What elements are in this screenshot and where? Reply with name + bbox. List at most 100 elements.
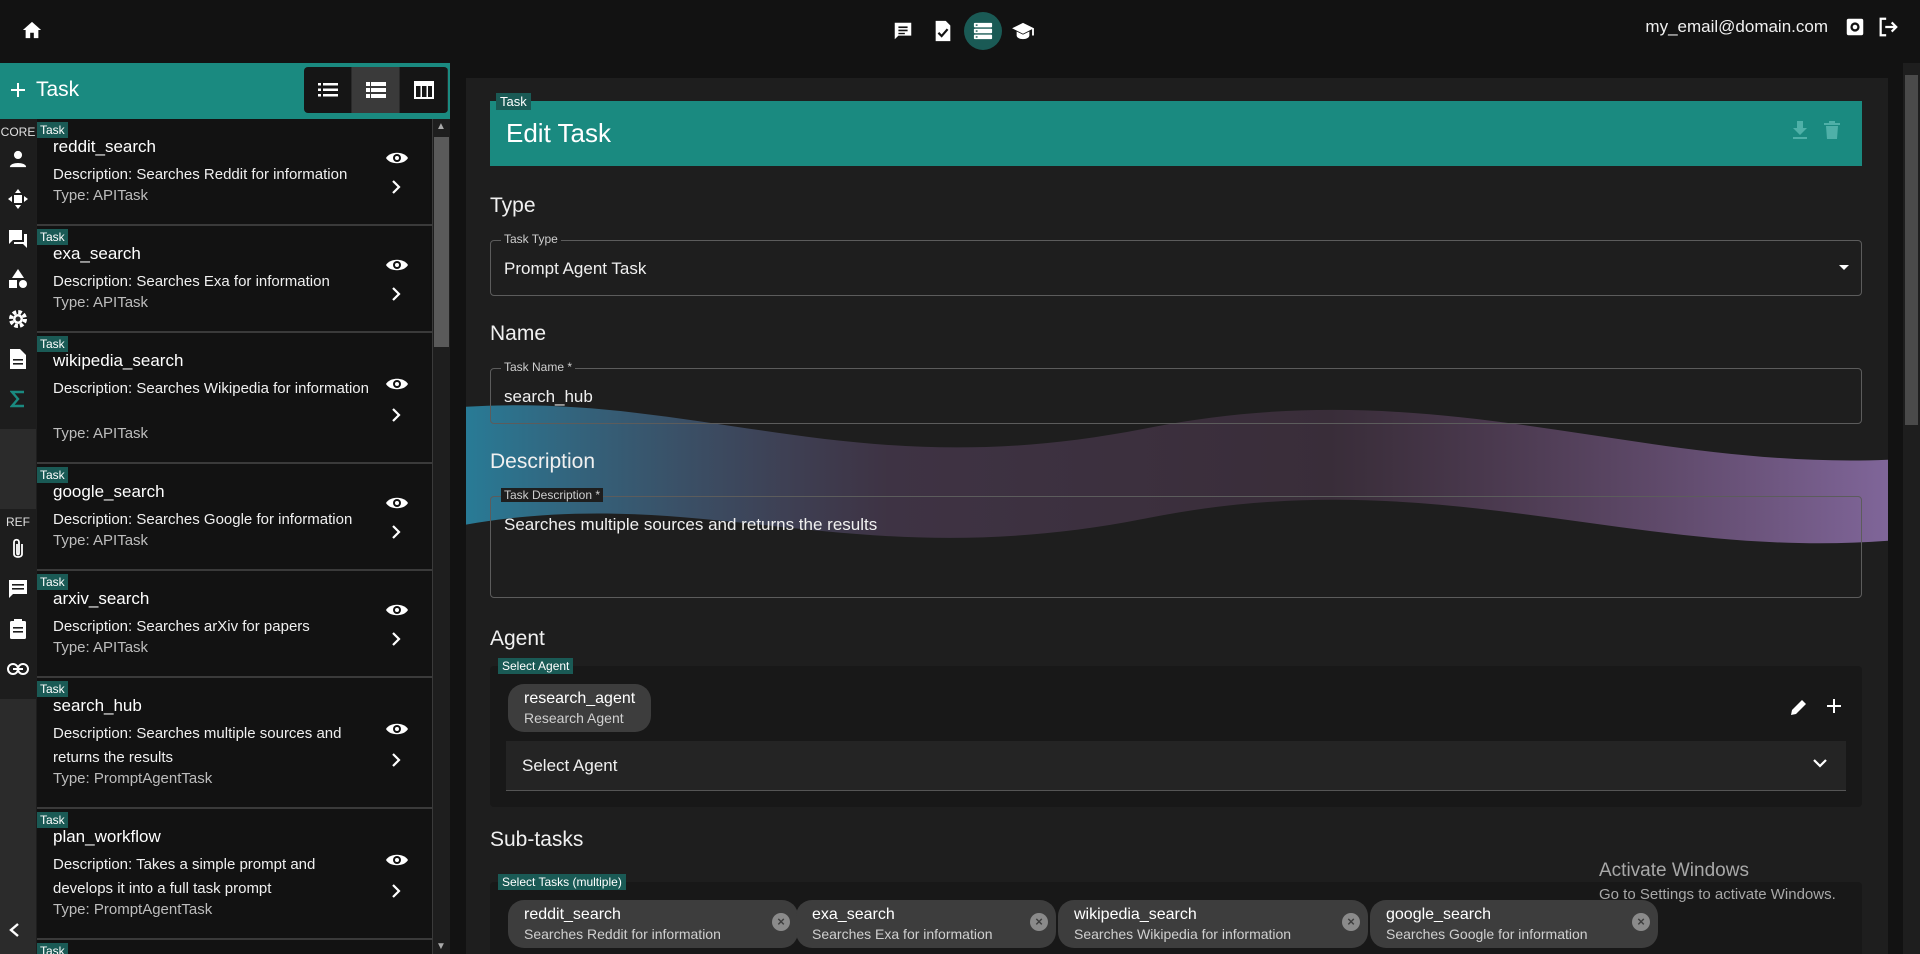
task-description: Description: Searches Wikipedia for info… <box>53 380 369 397</box>
agent-chip-sub: Research Agent <box>524 710 624 726</box>
chevron-right-icon[interactable] <box>386 522 406 542</box>
subtask-chip[interactable]: exa_search Searches Exa for information × <box>796 900 1056 948</box>
subtask-chip[interactable]: reddit_search Searches Reddit for informa… <box>508 900 798 948</box>
plus-icon <box>11 83 25 97</box>
task-type: Type: APITask <box>53 639 149 656</box>
chat-icon[interactable] <box>884 12 922 50</box>
table-view-button[interactable] <box>400 67 448 113</box>
user-email: my_email@domain.com <box>1645 17 1828 36</box>
agent-chip-name: research_agent <box>524 690 636 707</box>
main-scroll-thumb[interactable] <box>1905 75 1918 425</box>
forum-icon[interactable] <box>0 219 36 259</box>
logout-icon[interactable] <box>1876 16 1900 38</box>
task-badge: Task <box>37 122 68 138</box>
task-card[interactable]: Task <box>37 940 433 954</box>
task-type-label: Task Type <box>501 232 561 246</box>
link-icon[interactable] <box>0 649 36 689</box>
compact-list-view-button[interactable] <box>304 67 352 113</box>
move-arrows-icon[interactable] <box>0 179 36 219</box>
subtask-chip-sub: Searches Wikipedia for information <box>1074 926 1292 942</box>
task-card[interactable]: Task plan_workflow Description: Takes a si… <box>37 809 433 940</box>
school-icon[interactable] <box>1004 12 1042 50</box>
document-icon[interactable] <box>0 339 36 379</box>
add-agent-plus-icon[interactable] <box>1826 698 1842 716</box>
task-list-scrollbar[interactable]: ▲ ▼ <box>433 119 450 954</box>
remove-chip-icon[interactable]: × <box>772 913 790 931</box>
scroll-down-arrow[interactable]: ▼ <box>436 941 446 952</box>
list-view-icon <box>317 83 338 97</box>
eye-icon[interactable] <box>384 371 410 397</box>
header-actions <box>1792 121 1840 139</box>
task-type-select[interactable]: Task Type Prompt Agent Task <box>490 232 1862 296</box>
add-task-button[interactable]: Task <box>10 78 79 102</box>
dropdown-caret-icon <box>1839 265 1849 270</box>
detailed-list-view-button[interactable] <box>352 67 400 113</box>
remove-chip-icon[interactable]: × <box>1632 913 1650 931</box>
agent-selector: Select Agent research_agent Research Age… <box>490 658 1862 807</box>
chevron-right-icon[interactable] <box>386 405 406 425</box>
task-description-label: Task Description * <box>501 488 604 502</box>
task-type: Type: PromptAgentTask <box>53 770 213 787</box>
collapse-chevron-icon[interactable] <box>8 922 20 938</box>
subtask-chip-sub: Searches Exa for information <box>812 926 993 942</box>
chevron-right-icon[interactable] <box>386 881 406 901</box>
task-list: Task reddit_search Description: Searches R… <box>37 119 433 954</box>
remove-chip-icon[interactable]: × <box>1030 913 1048 931</box>
comment-icon[interactable] <box>0 569 36 609</box>
select-agent-dropdown[interactable]: Select Agent <box>506 741 1846 791</box>
shapes-icon[interactable] <box>0 259 36 299</box>
task-check-icon[interactable] <box>924 12 962 50</box>
add-task-label: Task <box>36 78 80 101</box>
task-card[interactable]: Task google_search Description: Searches G… <box>37 464 433 571</box>
task-description-field[interactable]: Task Description * Searches multiple sou… <box>490 488 1862 598</box>
download-icon[interactable] <box>1792 121 1808 139</box>
subtask-chip[interactable]: google_search Searches Google for informa… <box>1370 900 1658 948</box>
gear-icon[interactable] <box>0 299 36 339</box>
eye-icon[interactable] <box>384 597 410 623</box>
sigma-icon[interactable] <box>0 379 36 419</box>
windows-activation-watermark: Activate Windows Go to Settings to activ… <box>1599 860 1836 903</box>
home-icon[interactable] <box>18 16 46 44</box>
delete-icon[interactable] <box>1824 121 1840 139</box>
clipboard-icon[interactable] <box>0 609 36 649</box>
watermark-line2: Go to Settings to activate Windows. <box>1599 886 1836 903</box>
main-scrollbar[interactable] <box>1903 63 1920 954</box>
task-card[interactable]: Task search_hub Description: Searches mult… <box>37 678 433 809</box>
chevron-right-icon[interactable] <box>386 629 406 649</box>
task-description: Description: Searches multiple sources a… <box>53 725 342 766</box>
task-card[interactable]: Task arxiv_search Description: Searches ar… <box>37 571 433 678</box>
task-name: search_hub <box>53 696 142 715</box>
chevron-right-icon[interactable] <box>386 750 406 770</box>
scroll-up-arrow[interactable]: ▲ <box>436 121 446 132</box>
task-card[interactable]: Task wikipedia_search Description: Searche… <box>37 333 433 464</box>
eye-icon[interactable] <box>384 145 410 171</box>
agent-chip[interactable]: research_agent Research Agent <box>508 684 652 732</box>
eye-icon[interactable] <box>384 252 410 278</box>
edit-pencil-icon[interactable] <box>1790 698 1808 716</box>
list-icon[interactable] <box>964 12 1002 50</box>
eye-icon[interactable] <box>384 490 410 516</box>
task-name: wikipedia_search <box>53 351 184 370</box>
select-agent-placeholder: Select Agent <box>522 756 618 775</box>
eye-icon[interactable] <box>384 716 410 742</box>
person-icon[interactable] <box>0 139 36 179</box>
task-name-field[interactable]: Task Name * search_hub <box>490 360 1862 424</box>
table-icon <box>413 81 434 99</box>
settings-icon[interactable] <box>1844 16 1866 38</box>
attachment-icon[interactable] <box>0 529 36 569</box>
subtasks-section-title: Sub-tasks <box>490 828 584 851</box>
task-name: google_search <box>53 482 165 501</box>
subtask-chip[interactable]: wikipedia_search Searches Wikipedia for i… <box>1058 900 1368 948</box>
chevron-down-icon <box>1812 757 1828 769</box>
detailed-list-icon <box>365 82 386 98</box>
eye-icon[interactable] <box>384 847 410 873</box>
select-agent-badge: Select Agent <box>498 658 574 674</box>
task-list-header: Task <box>0 63 450 119</box>
chevron-right-icon[interactable] <box>386 284 406 304</box>
task-card[interactable]: Task reddit_search Description: Searches R… <box>37 119 433 226</box>
task-card[interactable]: Task exa_search Description: Searches Exa … <box>37 226 433 333</box>
scroll-thumb[interactable] <box>434 137 449 347</box>
remove-chip-icon[interactable]: × <box>1342 913 1360 931</box>
chevron-right-icon[interactable] <box>386 177 406 197</box>
page-title: Edit Task <box>506 118 612 148</box>
